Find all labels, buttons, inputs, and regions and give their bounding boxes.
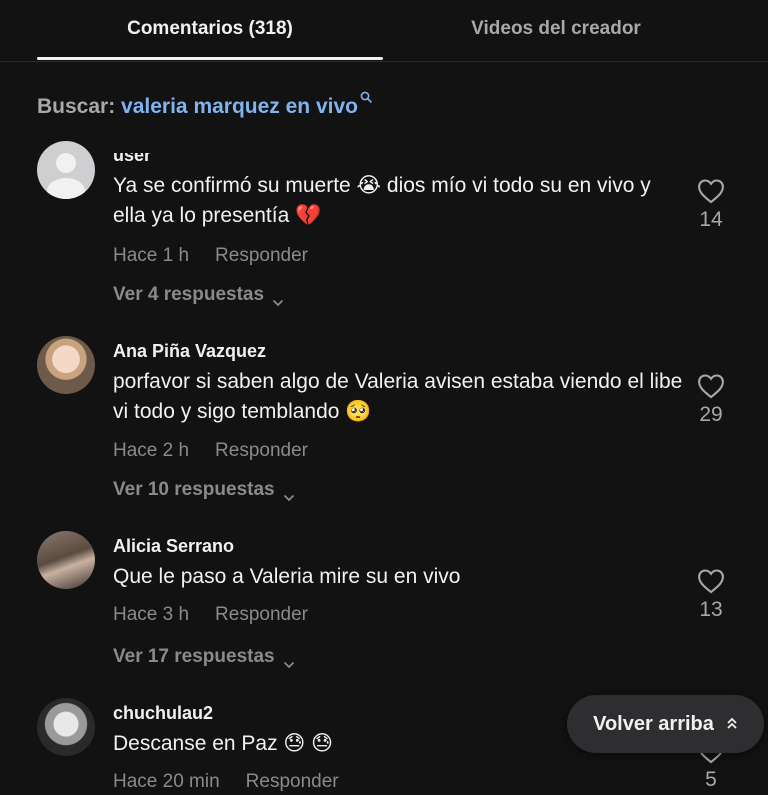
like-count: 29 bbox=[699, 403, 723, 426]
avatar[interactable] bbox=[37, 698, 95, 756]
tab-creator-videos[interactable]: Videos del creador bbox=[383, 18, 729, 40]
active-tab-indicator bbox=[37, 57, 383, 60]
like-count: 14 bbox=[699, 208, 723, 231]
heart-icon bbox=[698, 374, 724, 399]
back-to-top-button[interactable]: Volver arriba bbox=[567, 695, 764, 753]
search-summary: Buscar: valeria marquez en vivo bbox=[37, 91, 372, 119]
heart-icon bbox=[698, 569, 724, 594]
comment-time: Hace 20 min bbox=[113, 771, 220, 792]
tab-bar: Comentarios (318) Videos del creador bbox=[0, 0, 768, 62]
like-count: 5 bbox=[705, 768, 717, 791]
search-query-link[interactable]: valeria marquez en vivo bbox=[121, 95, 358, 118]
comment-text: Ya se confirmó su muerte 😭 dios mío vi t… bbox=[113, 174, 651, 227]
back-to-top-label: Volver arriba bbox=[593, 712, 714, 735]
comment-meta: Hace 2 h Responder bbox=[113, 440, 308, 462]
comment-time: Hace 1 h bbox=[113, 245, 190, 266]
comment-username[interactable]: Alicia Serrano bbox=[113, 536, 234, 557]
avatar[interactable] bbox=[37, 141, 95, 199]
like-button[interactable]: 29 bbox=[690, 373, 732, 427]
view-replies-button[interactable]: Ver 17 respuestas bbox=[113, 646, 295, 669]
comment-username[interactable]: Ana Piña Vazquez bbox=[113, 341, 266, 362]
like-button[interactable]: 13 bbox=[690, 568, 732, 622]
double-chevron-up-icon bbox=[726, 713, 738, 736]
comment-username[interactable]: chuchulau2 bbox=[113, 703, 213, 724]
comment-text: Que le paso a Valeria mire su en vivo bbox=[113, 565, 461, 588]
reply-button[interactable]: Responder bbox=[215, 604, 308, 625]
comment-meta: Hace 3 h Responder bbox=[113, 604, 308, 626]
like-button[interactable]: 14 bbox=[690, 178, 732, 232]
like-count: 13 bbox=[699, 598, 723, 621]
avatar[interactable] bbox=[37, 336, 95, 394]
comment-text: porfavor si saben algo de Valeria avisen… bbox=[113, 370, 683, 423]
search-label: Buscar: bbox=[37, 95, 116, 118]
comment-meta: Hace 20 min Responder bbox=[113, 771, 339, 793]
reply-button[interactable]: Responder bbox=[215, 440, 308, 461]
view-replies-button[interactable]: Ver 4 respuestas bbox=[113, 284, 284, 307]
comment-time: Hace 3 h bbox=[113, 604, 190, 625]
heart-icon bbox=[698, 179, 724, 204]
avatar[interactable] bbox=[37, 531, 95, 589]
chevron-down-icon bbox=[272, 291, 284, 307]
view-replies-label: Ver 4 respuestas bbox=[113, 284, 265, 305]
chevron-down-icon bbox=[283, 486, 295, 502]
search-icon[interactable] bbox=[360, 85, 372, 103]
comment-username[interactable]: user bbox=[113, 153, 151, 166]
tab-comments[interactable]: Comentarios (318) bbox=[37, 18, 383, 40]
comment-time: Hace 2 h bbox=[113, 440, 190, 461]
view-replies-button[interactable]: Ver 10 respuestas bbox=[113, 479, 295, 502]
comment-meta: Hace 1 h Responder bbox=[113, 245, 308, 267]
chevron-down-icon bbox=[283, 653, 295, 669]
view-replies-label: Ver 10 respuestas bbox=[113, 479, 275, 500]
reply-button[interactable]: Responder bbox=[215, 245, 308, 266]
reply-button[interactable]: Responder bbox=[246, 771, 339, 792]
view-replies-label: Ver 17 respuestas bbox=[113, 646, 275, 667]
